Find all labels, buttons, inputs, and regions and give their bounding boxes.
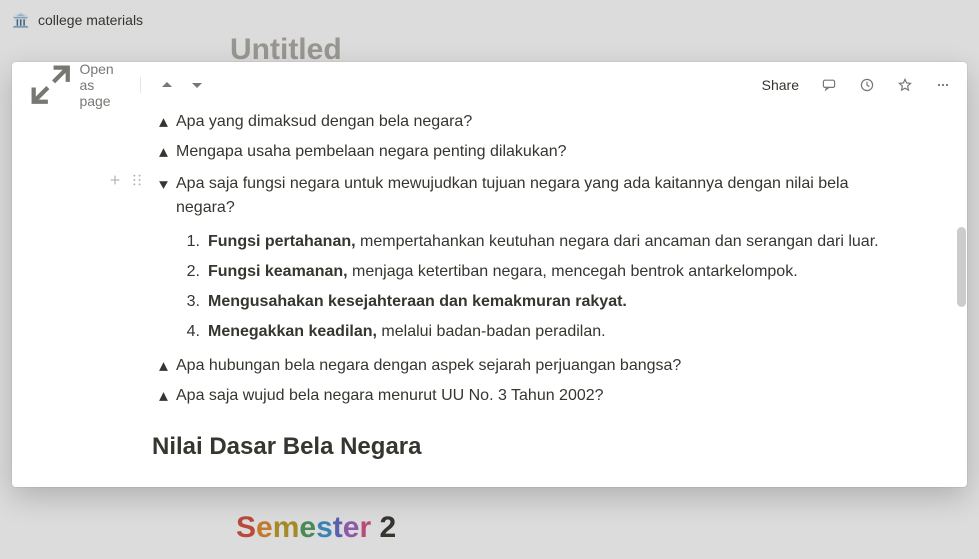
toggle-text[interactable]: Apa yang dimaksud dengan bela negara? [176,113,472,130]
plus-icon [108,173,122,187]
toggle-text[interactable]: Apa hubungan bela negara dengan aspek se… [176,357,681,374]
heading-2[interactable]: Nilai Dasar Bela Negara [150,411,907,469]
chevron-up-icon [159,77,175,93]
toggle-block[interactable]: Apa yang dimaksud dengan bela negara? [152,107,907,137]
toggle-triangle-icon[interactable] [152,355,174,377]
chevron-down-icon [189,77,205,93]
toggle-triangle-icon[interactable] [152,111,174,133]
list-item[interactable]: 1. Fungsi pertahanan, mempertahankan keu… [176,227,907,257]
clock-icon [859,77,875,93]
toggle-block[interactable]: Apa saja wujud bela negara menurut UU No… [152,381,907,411]
favorite-button[interactable] [891,71,919,99]
toggle-text[interactable]: Mengapa usaha pembelaan negara penting d… [176,143,567,160]
list-item[interactable]: 4. Menegakkan keadilan, melalui badan-ba… [176,317,907,347]
toggle-block[interactable]: Apa hubungan bela negara dengan aspek se… [152,351,907,381]
open-as-page-label: Open as page [79,62,122,109]
page-heading-semester: Semester 2 [236,511,396,545]
text: melalui badan-badan peradilan. [377,323,606,340]
drag-handle-icon [130,173,144,187]
toggle-block[interactable]: Mengapa usaha pembelaan negara penting d… [152,137,907,167]
speech-bubble-icon [821,77,837,93]
comments-button[interactable] [815,71,843,99]
expand-icon [28,62,73,107]
breadcrumb-text: college materials [38,12,143,28]
page-icon: 🏛️ [12,11,30,29]
bold-text: Fungsi keamanan, [208,263,348,280]
list-number: 4. [178,320,200,344]
toggle-block-expanded[interactable]: Apa saja fungsi negara untuk mewujudkan … [152,169,907,351]
list-item[interactable]: 3. Mengusahakan kesejahteraan dan kemakm… [176,287,907,317]
toggle-triangle-icon[interactable] [152,385,174,407]
modal-body: Apa yang dimaksud dengan bela negara? Me… [12,107,967,487]
numbered-list[interactable]: 1. Fungsi pertahanan, mempertahankan keu… [176,223,907,351]
add-block-button[interactable] [105,169,125,191]
nav-prev-button[interactable] [153,71,181,99]
dots-horizontal-icon [935,77,951,93]
block-gutter [105,169,147,191]
toggle-text[interactable]: Apa saja wujud bela negara menurut UU No… [176,387,604,404]
toggle-text[interactable]: Apa saja fungsi negara untuk mewujudkan … [176,175,849,216]
list-number: 3. [178,290,200,314]
toggle-triangle-icon[interactable] [152,141,174,163]
bold-text: Menegakkan keadilan, [208,323,377,340]
list-item[interactable]: 2. Fungsi keamanan, menjaga ketertiban n… [176,257,907,287]
modal-toolbar: Open as page Share [12,62,967,107]
scrollbar-vertical[interactable] [957,227,966,307]
open-as-page-button[interactable]: Open as page [22,62,128,113]
drag-handle[interactable] [127,169,147,191]
nav-next-button[interactable] [183,71,211,99]
list-number: 2. [178,260,200,284]
list-number: 1. [178,230,200,254]
bold-text: Fungsi pertahanan, [208,233,356,250]
toggle-triangle-icon[interactable] [152,173,174,195]
share-button[interactable]: Share [756,73,805,97]
updates-button[interactable] [853,71,881,99]
star-icon [897,77,913,93]
divider [140,77,141,93]
bold-text: Mengusahakan kesejahteraan dan kemakmura… [208,293,627,310]
more-button[interactable] [929,71,957,99]
peek-modal: Open as page Share [12,62,967,487]
text: menjaga ketertiban negara, mencegah bent… [348,263,798,280]
content-area[interactable]: Apa yang dimaksud dengan bela negara? Me… [152,107,907,487]
breadcrumb[interactable]: 🏛️ college materials [0,0,979,40]
text: mempertahankan keutuhan negara dari anca… [356,233,879,250]
